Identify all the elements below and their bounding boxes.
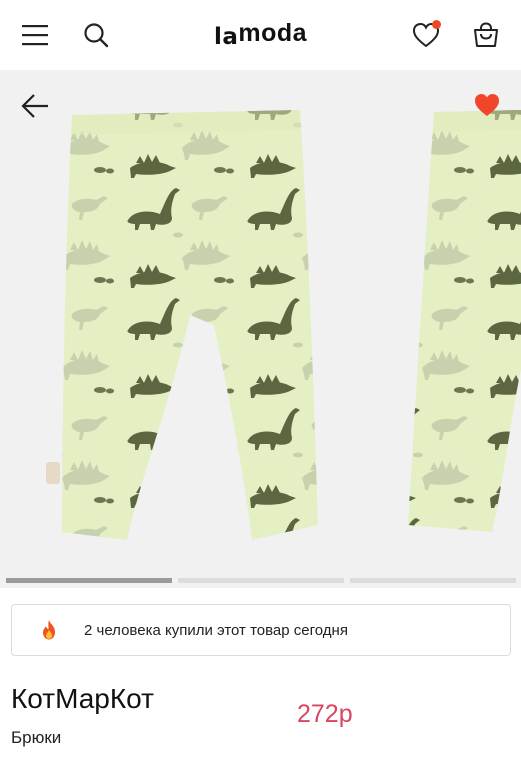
favorite-toggle[interactable] [473, 92, 501, 118]
gallery-page-indicator [0, 578, 521, 584]
purchases-today-banner: 2 человека купили этот товар сегодня [11, 604, 511, 656]
favorites-button[interactable] [408, 17, 444, 53]
indicator-segment-1[interactable] [6, 578, 172, 583]
product-photo [46, 110, 521, 540]
heart-filled-icon [475, 94, 499, 116]
indicator-segment-2[interactable] [178, 578, 344, 583]
logo-suffix: moda [238, 19, 308, 47]
fire-icon [43, 620, 55, 640]
shopping-bag-icon [474, 22, 498, 47]
product-type: Брюки [11, 728, 62, 747]
top-app-bar: lamoda [0, 0, 521, 70]
arrow-left-icon [21, 94, 48, 118]
product-brand[interactable]: КотМарКот [11, 683, 154, 715]
indicator-segment-3[interactable] [350, 578, 516, 583]
product-image-gallery[interactable] [0, 70, 521, 588]
logo-prefix: la [213, 24, 239, 50]
product-price: 272р [297, 700, 353, 728]
cart-button[interactable] [468, 17, 504, 53]
purchases-today-text: 2 человека купили этот товар сегодня [84, 621, 348, 639]
notification-dot [432, 20, 441, 29]
back-button[interactable] [18, 90, 54, 122]
